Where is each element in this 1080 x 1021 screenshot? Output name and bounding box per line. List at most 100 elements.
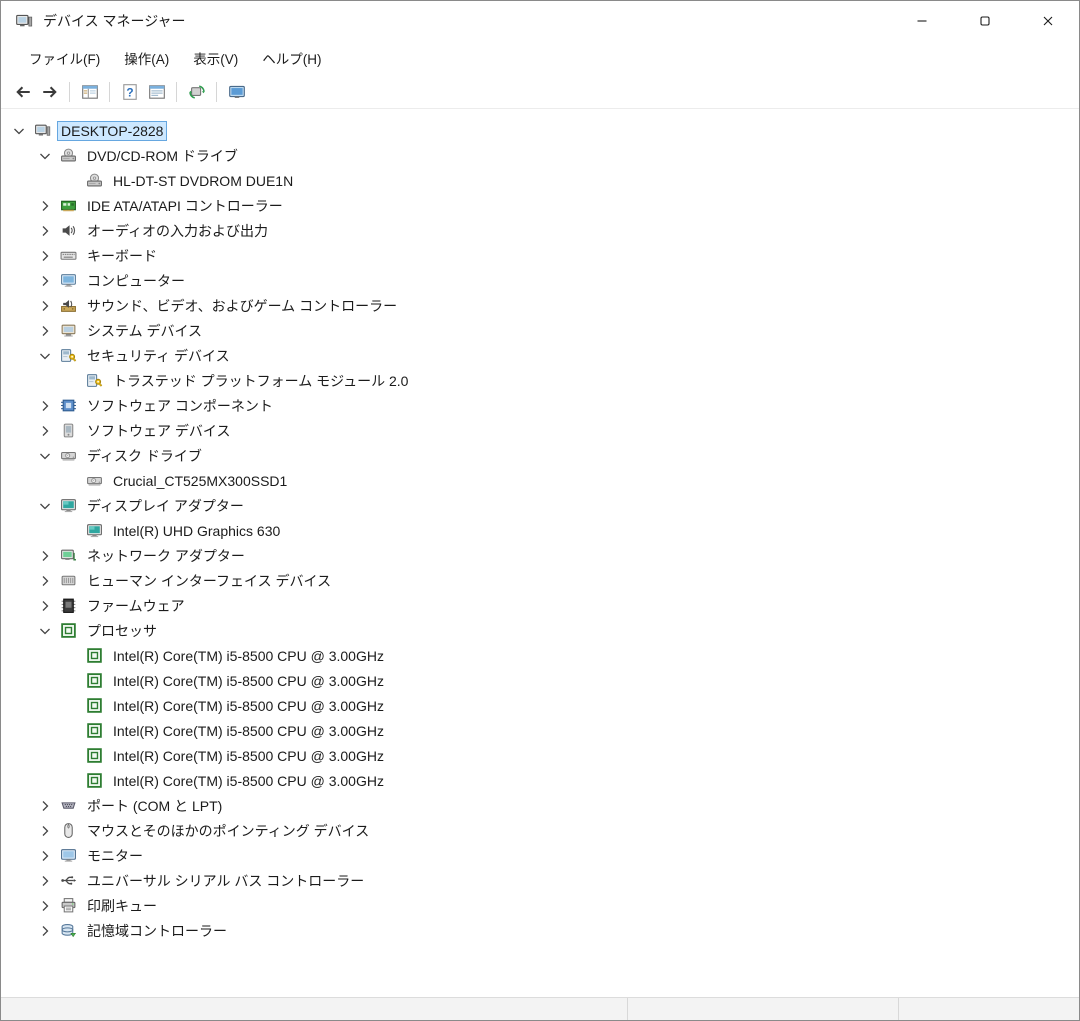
- maximize-button[interactable]: [953, 1, 1016, 41]
- tree-row[interactable]: Intel(R) Core(TM) i5-8500 CPU @ 3.00GHz: [1, 743, 1079, 768]
- menu-file[interactable]: ファイル(F): [17, 43, 112, 73]
- tree-row[interactable]: キーボード: [1, 243, 1079, 268]
- forward-button[interactable]: [36, 79, 63, 105]
- tree-row[interactable]: セキュリティ デバイス: [1, 343, 1079, 368]
- chevron-right-icon[interactable]: [37, 423, 53, 439]
- tree-node-label[interactable]: Intel(R) UHD Graphics 630: [110, 522, 283, 540]
- chevron-right-icon[interactable]: [37, 323, 53, 339]
- tree-row[interactable]: マウスとそのほかのポインティング デバイス: [1, 818, 1079, 843]
- chevron-right-icon[interactable]: [37, 223, 53, 239]
- tree-row[interactable]: ディスプレイ アダプター: [1, 493, 1079, 518]
- device-display-button[interactable]: [223, 79, 250, 105]
- chevron-right-icon[interactable]: [37, 923, 53, 939]
- tree-row[interactable]: ソフトウェア コンポーネント: [1, 393, 1079, 418]
- tree-node-label[interactable]: Intel(R) Core(TM) i5-8500 CPU @ 3.00GHz: [110, 772, 387, 790]
- tree-row[interactable]: Intel(R) Core(TM) i5-8500 CPU @ 3.00GHz: [1, 668, 1079, 693]
- tree-node-label[interactable]: オーディオの入力および出力: [84, 220, 271, 242]
- tree-node-label[interactable]: システム デバイス: [84, 320, 205, 342]
- tree-node-label[interactable]: HL-DT-ST DVDROM DUE1N: [110, 172, 296, 190]
- tree-row[interactable]: プロセッサ: [1, 618, 1079, 643]
- tree-row[interactable]: DVD/CD-ROM ドライブ: [1, 143, 1079, 168]
- tree-row[interactable]: Intel(R) UHD Graphics 630: [1, 518, 1079, 543]
- chevron-right-icon[interactable]: [37, 573, 53, 589]
- tree-node-label[interactable]: ソフトウェア デバイス: [84, 420, 233, 442]
- tree-row[interactable]: トラステッド プラットフォーム モジュール 2.0: [1, 368, 1079, 393]
- tree-node-label[interactable]: Intel(R) Core(TM) i5-8500 CPU @ 3.00GHz: [110, 672, 387, 690]
- tree-node-label[interactable]: DESKTOP-2828: [56, 120, 168, 141]
- tree-row[interactable]: ディスク ドライブ: [1, 443, 1079, 468]
- scan-hardware-button[interactable]: [183, 79, 210, 105]
- chevron-down-icon[interactable]: [37, 498, 53, 514]
- tree-node-label[interactable]: ソフトウェア コンポーネント: [84, 395, 276, 417]
- tree-node-label[interactable]: Intel(R) Core(TM) i5-8500 CPU @ 3.00GHz: [110, 722, 387, 740]
- tree-row[interactable]: システム デバイス: [1, 318, 1079, 343]
- tree-row[interactable]: モニター: [1, 843, 1079, 868]
- menu-action[interactable]: 操作(A): [112, 43, 181, 73]
- tree-node-label[interactable]: キーボード: [84, 245, 160, 267]
- tree-row[interactable]: 印刷キュー: [1, 893, 1079, 918]
- tree-row[interactable]: ファームウェア: [1, 593, 1079, 618]
- tree-row[interactable]: Intel(R) Core(TM) i5-8500 CPU @ 3.00GHz: [1, 693, 1079, 718]
- tree-node-label[interactable]: Intel(R) Core(TM) i5-8500 CPU @ 3.00GHz: [110, 697, 387, 715]
- menu-help[interactable]: ヘルプ(H): [250, 43, 333, 73]
- chevron-right-icon[interactable]: [37, 273, 53, 289]
- tree-node-label[interactable]: ヒューマン インターフェイス デバイス: [84, 570, 334, 592]
- tree-row[interactable]: Crucial_CT525MX300SSD1: [1, 468, 1079, 493]
- tree-node-label[interactable]: IDE ATA/ATAPI コントローラー: [84, 195, 286, 217]
- tree-row[interactable]: ユニバーサル シリアル バス コントローラー: [1, 868, 1079, 893]
- tree-row[interactable]: Intel(R) Core(TM) i5-8500 CPU @ 3.00GHz: [1, 718, 1079, 743]
- tree-node-label[interactable]: マウスとそのほかのポインティング デバイス: [84, 820, 372, 842]
- back-button[interactable]: [9, 79, 36, 105]
- chevron-right-icon[interactable]: [37, 873, 53, 889]
- tree-row[interactable]: IDE ATA/ATAPI コントローラー: [1, 193, 1079, 218]
- menu-view[interactable]: 表示(V): [181, 43, 250, 73]
- tree-row[interactable]: DESKTOP-2828: [1, 118, 1079, 143]
- console-tree-button[interactable]: [76, 79, 103, 105]
- chevron-down-icon[interactable]: [37, 448, 53, 464]
- minimize-button[interactable]: [890, 1, 953, 41]
- tree-row[interactable]: オーディオの入力および出力: [1, 218, 1079, 243]
- tree-row[interactable]: HL-DT-ST DVDROM DUE1N: [1, 168, 1079, 193]
- tree-node-label[interactable]: モニター: [84, 845, 146, 867]
- close-button[interactable]: [1016, 1, 1079, 41]
- tree-node-label[interactable]: Crucial_CT525MX300SSD1: [110, 472, 290, 490]
- chevron-down-icon[interactable]: [37, 148, 53, 164]
- tree-node-label[interactable]: ファームウェア: [84, 595, 188, 617]
- tree-node-label[interactable]: トラステッド プラットフォーム モジュール 2.0: [110, 370, 411, 392]
- chevron-down-icon[interactable]: [37, 623, 53, 639]
- tree-node-label[interactable]: ディスク ドライブ: [84, 445, 205, 467]
- tree-node-label[interactable]: サウンド、ビデオ、およびゲーム コントローラー: [84, 295, 400, 317]
- chevron-right-icon[interactable]: [37, 198, 53, 214]
- chevron-right-icon[interactable]: [37, 823, 53, 839]
- chevron-down-icon[interactable]: [37, 348, 53, 364]
- tree-node-label[interactable]: コンピューター: [84, 270, 188, 292]
- chevron-right-icon[interactable]: [37, 248, 53, 264]
- tree-row[interactable]: コンピューター: [1, 268, 1079, 293]
- chevron-down-icon[interactable]: [11, 123, 27, 139]
- chevron-right-icon[interactable]: [37, 898, 53, 914]
- tree-node-label[interactable]: セキュリティ デバイス: [84, 345, 233, 367]
- tree-row[interactable]: ヒューマン インターフェイス デバイス: [1, 568, 1079, 593]
- tree-node-label[interactable]: DVD/CD-ROM ドライブ: [84, 145, 241, 167]
- tree-row[interactable]: サウンド、ビデオ、およびゲーム コントローラー: [1, 293, 1079, 318]
- chevron-right-icon[interactable]: [37, 598, 53, 614]
- tree-node-label[interactable]: 印刷キュー: [84, 895, 160, 917]
- tree-node-label[interactable]: ネットワーク アダプター: [84, 545, 248, 567]
- tree-node-label[interactable]: ポート (COM と LPT): [84, 795, 225, 817]
- tree-node-label[interactable]: ディスプレイ アダプター: [84, 495, 247, 517]
- tree-node-label[interactable]: ユニバーサル シリアル バス コントローラー: [84, 870, 367, 892]
- chevron-right-icon[interactable]: [37, 798, 53, 814]
- tree-row[interactable]: Intel(R) Core(TM) i5-8500 CPU @ 3.00GHz: [1, 768, 1079, 793]
- tree-node-label[interactable]: Intel(R) Core(TM) i5-8500 CPU @ 3.00GHz: [110, 747, 387, 765]
- tree-row[interactable]: 記憶域コントローラー: [1, 918, 1079, 943]
- help-button[interactable]: ?: [116, 79, 143, 105]
- tree-row[interactable]: ソフトウェア デバイス: [1, 418, 1079, 443]
- tree-node-label[interactable]: プロセッサ: [84, 620, 160, 642]
- tree-row[interactable]: ネットワーク アダプター: [1, 543, 1079, 568]
- tree-row[interactable]: ポート (COM と LPT): [1, 793, 1079, 818]
- list-view-button[interactable]: [143, 79, 170, 105]
- chevron-right-icon[interactable]: [37, 298, 53, 314]
- tree-row[interactable]: Intel(R) Core(TM) i5-8500 CPU @ 3.00GHz: [1, 643, 1079, 668]
- chevron-right-icon[interactable]: [37, 848, 53, 864]
- chevron-right-icon[interactable]: [37, 548, 53, 564]
